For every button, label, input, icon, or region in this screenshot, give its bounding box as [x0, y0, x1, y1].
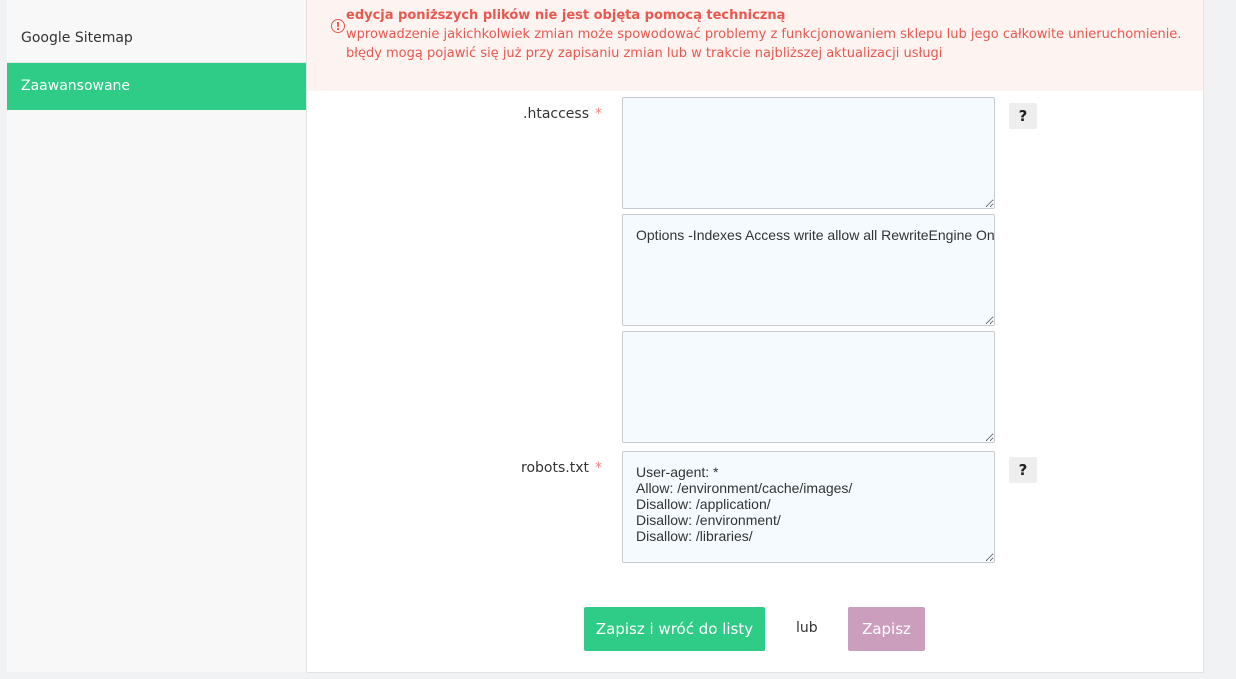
htaccess-textarea-1[interactable] [622, 97, 995, 209]
warning-alert: ! edycja poniższych plików nie jest obję… [307, 0, 1203, 91]
required-marker: * [595, 460, 602, 476]
sidebar-item-zaawansowane[interactable]: Zaawansowane [7, 63, 306, 110]
htaccess-textarea-3[interactable] [622, 331, 995, 443]
exclamation-circle-icon: ! [331, 19, 345, 33]
alert-line-2: błędy mogą pojawić się już przy zapisani… [346, 46, 943, 61]
alert-line-1: wprowadzenie jakichkolwiek zmian może sp… [346, 27, 1182, 42]
htaccess-label: .htaccess * [523, 106, 602, 122]
sidebar-item-google-sitemap[interactable]: Google Sitemap [7, 0, 306, 63]
save-and-back-button[interactable]: Zapisz i wróć do listy [584, 607, 765, 651]
required-marker: * [595, 106, 602, 122]
alert-text: edycja poniższych plików nie jest objęta… [346, 6, 1181, 63]
main-panel: ! edycja poniższych plików nie jest obję… [307, 0, 1204, 673]
htaccess-textarea-2[interactable]: Options -Indexes Access write allow all … [622, 214, 995, 326]
save-button[interactable]: Zapisz [848, 607, 925, 651]
alert-title: edycja poniższych plików nie jest objęta… [346, 8, 786, 23]
or-text: lub [796, 620, 818, 636]
robots-label: robots.txt * [521, 460, 602, 476]
robots-textarea[interactable]: User-agent: * Allow: /environment/cache/… [622, 451, 995, 563]
sidebar: Google Sitemap Zaawansowane [7, 0, 307, 672]
robots-help-button[interactable]: ? [1009, 457, 1037, 483]
htaccess-help-button[interactable]: ? [1009, 103, 1037, 129]
